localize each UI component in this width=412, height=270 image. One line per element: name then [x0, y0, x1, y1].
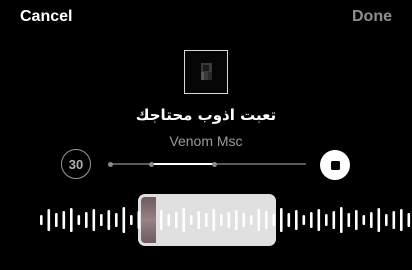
done-button[interactable]: Done: [352, 8, 392, 26]
waveform-bar: [295, 210, 298, 230]
waveform-bar: [62, 211, 66, 229]
waveform-bar: [340, 207, 343, 233]
waveform-bar: [115, 213, 118, 227]
track-title: تعبت اذوب محتاجك: [135, 106, 277, 124]
stop-button[interactable]: [320, 150, 350, 180]
waveform-bar: [47, 209, 51, 231]
scrubber-selection-range: [152, 162, 214, 165]
waveform-bar: [377, 208, 381, 232]
scrubber-range-start-dot[interactable]: [149, 161, 154, 167]
waveform-bar: [55, 213, 58, 227]
waveform-bar: [362, 215, 366, 225]
waveform-bar: [317, 209, 321, 231]
waveform-bar: [100, 214, 103, 226]
waveform-bar: [325, 214, 328, 226]
waveform-bar: [355, 210, 358, 230]
album-art: [184, 50, 228, 94]
waveform-bar: [392, 211, 396, 229]
waveform-bar: [130, 215, 133, 225]
skip-back-30-label: 30: [68, 156, 84, 172]
skip-back-30-button[interactable]: 30: [61, 149, 91, 179]
waveform-bar: [302, 215, 306, 225]
scrubber-range-end-dot[interactable]: [212, 161, 217, 167]
waveform-bar: [40, 215, 43, 225]
selection-window[interactable]: [138, 194, 276, 246]
waveform-bar: [85, 212, 88, 228]
waveform-bar: [107, 210, 111, 230]
cancel-button[interactable]: Cancel: [20, 8, 72, 26]
waveform-bar: [77, 215, 81, 225]
stop-icon: [330, 160, 340, 170]
waveform-bar: [332, 211, 336, 229]
waveform-bar: [407, 213, 411, 227]
album-art-icon: [201, 63, 212, 80]
waveform-bar: [400, 209, 403, 231]
selection-left-handle[interactable]: [141, 197, 156, 243]
top-bar: Cancel Done: [0, 0, 412, 34]
waveform-bar: [280, 208, 283, 232]
playback-scrubber[interactable]: [108, 160, 306, 168]
waveform-bar: [122, 207, 126, 233]
waveform-bar: [70, 208, 73, 232]
waveform-bar: [370, 212, 373, 228]
waveform-bar: [385, 214, 388, 226]
track-artist: Venom Msc: [169, 133, 243, 149]
waveform-bar: [310, 212, 313, 228]
waveform-bar: [347, 213, 351, 227]
waveform-bar: [287, 213, 291, 227]
waveform-bar: [92, 209, 96, 231]
scrubber-start-dot: [108, 161, 113, 167]
